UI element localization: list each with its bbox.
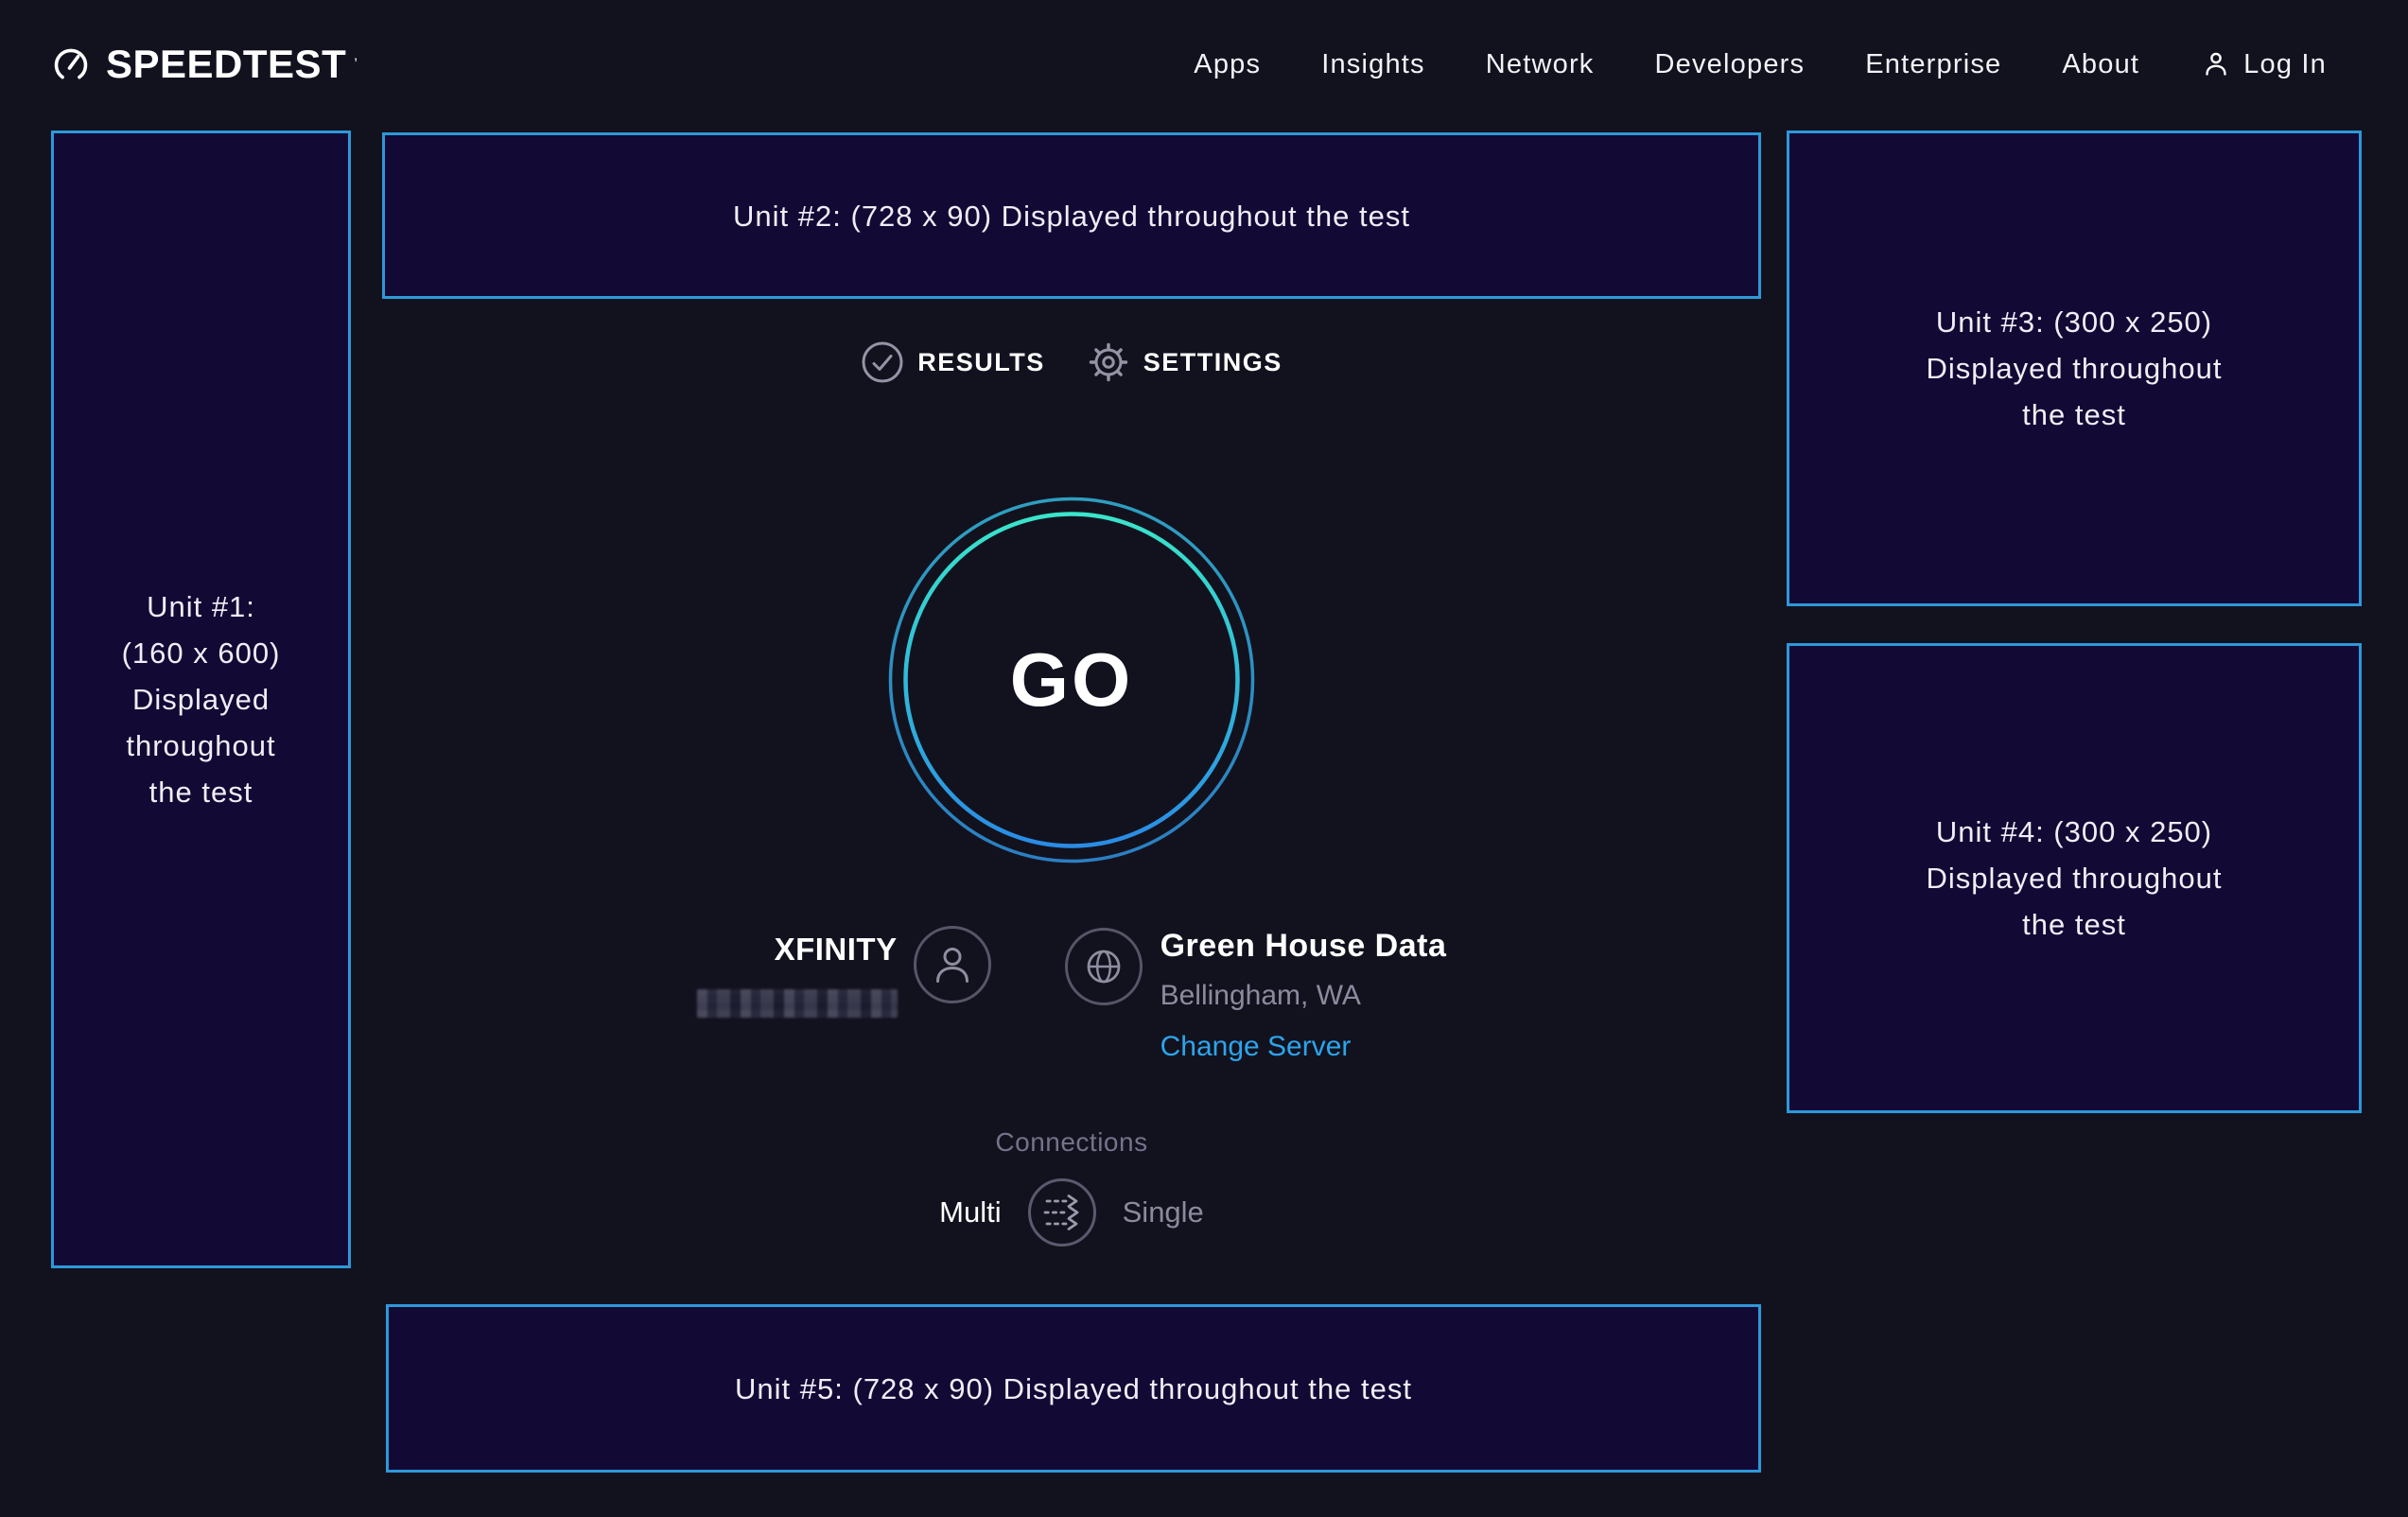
ad-text-line: throughout (126, 723, 275, 769)
ad-unit-1: Unit #1: (160 x 600) Displayed throughou… (51, 131, 351, 1268)
server-location: Bellingham, WA (1160, 980, 1361, 1012)
connections-label: Connections (995, 1127, 1147, 1158)
globe-icon (1064, 927, 1143, 1006)
speedtest-logo[interactable]: SPEEDTEST ’ (51, 42, 358, 87)
ad-text-line: the test (2022, 392, 2126, 438)
ad-text-line: the test (149, 769, 253, 815)
ad-unit-5: Unit #5: (728 x 90) Displayed throughout… (386, 1304, 1761, 1473)
speedtest-page: SPEEDTEST ’ Apps Insights Network Develo… (0, 0, 2408, 1517)
ad-text-line: Unit #5: (728 x 90) Displayed throughout… (735, 1366, 1412, 1412)
ad-unit-3: Unit #3: (300 x 250) Displayed throughou… (1787, 131, 2362, 606)
ad-text-line: Unit #3: (300 x 250) (1936, 299, 2212, 345)
results-tab-label: RESULTS (917, 348, 1045, 377)
settings-tab-label: SETTINGS (1143, 348, 1283, 377)
tab-settings[interactable]: SETTINGS (1087, 340, 1283, 384)
isp-text: XFINITY (697, 931, 898, 1018)
ad-text-line: Displayed throughout (1927, 345, 2223, 392)
connections-toggle-row: Multi Single (939, 1177, 1204, 1248)
gear-icon (1087, 340, 1130, 384)
change-server-link[interactable]: Change Server (1160, 1031, 1352, 1063)
check-circle-icon (861, 340, 904, 384)
ad-unit-2: Unit #2: (728 x 90) Displayed throughout… (382, 132, 1761, 299)
server-text: Green House Data Bellingham, WA Change S… (1160, 925, 1447, 1063)
primary-nav: Apps Insights Network Developers Enterpr… (1194, 48, 2327, 80)
person-icon (2200, 48, 2232, 80)
go-button[interactable]: GO (887, 496, 1256, 864)
connection-info: XFINITY Green House Da (382, 925, 1761, 1063)
ad-unit-4: Unit #4: (300 x 250) Displayed throughou… (1787, 643, 2362, 1113)
login-button[interactable]: Log In (2200, 48, 2327, 80)
ad-text-line: (160 x 600) (122, 630, 281, 676)
nav-insights[interactable]: Insights (1321, 49, 1425, 80)
nav-apps[interactable]: Apps (1194, 49, 1261, 80)
ad-text-line: the test (2022, 901, 2126, 948)
ad-text-line: Unit #1: (147, 584, 255, 630)
ad-text-line: Displayed throughout (1927, 855, 2223, 901)
server-name: Green House Data (1160, 925, 1447, 967)
ad-text-line: Displayed (132, 676, 270, 723)
connections-option-multi[interactable]: Multi (939, 1195, 1001, 1229)
isp-block: XFINITY (697, 925, 992, 1063)
server-block: Green House Data Bellingham, WA Change S… (1064, 925, 1447, 1063)
ad-text-line: Unit #4: (300 x 250) (1936, 809, 2212, 855)
multi-arrows-toggle-icon[interactable] (1026, 1177, 1098, 1248)
logo-wordmark: SPEEDTEST (106, 42, 346, 87)
nav-enterprise[interactable]: Enterprise (1865, 49, 2001, 80)
ip-address-blurred (697, 989, 898, 1018)
speedometer-gauge-icon (51, 44, 91, 84)
tab-results[interactable]: RESULTS (861, 340, 1045, 384)
connections-section: Connections Multi Single (382, 1127, 1761, 1248)
nav-about[interactable]: About (2062, 49, 2139, 80)
trademark-mark: ’ (354, 55, 358, 74)
top-nav: SPEEDTEST ’ Apps Insights Network Develo… (0, 0, 2408, 129)
go-label: GO (887, 496, 1256, 864)
nav-network[interactable]: Network (1486, 49, 1595, 80)
view-tabs: RESULTS SETTINGS (382, 340, 1761, 384)
connections-option-single[interactable]: Single (1123, 1195, 1204, 1229)
login-label: Log In (2243, 49, 2327, 80)
ad-text-line: Unit #2: (728 x 90) Displayed throughout… (733, 193, 1410, 239)
isp-name: XFINITY (775, 931, 898, 968)
nav-developers[interactable]: Developers (1655, 49, 1806, 80)
person-circle-icon (913, 925, 992, 1004)
